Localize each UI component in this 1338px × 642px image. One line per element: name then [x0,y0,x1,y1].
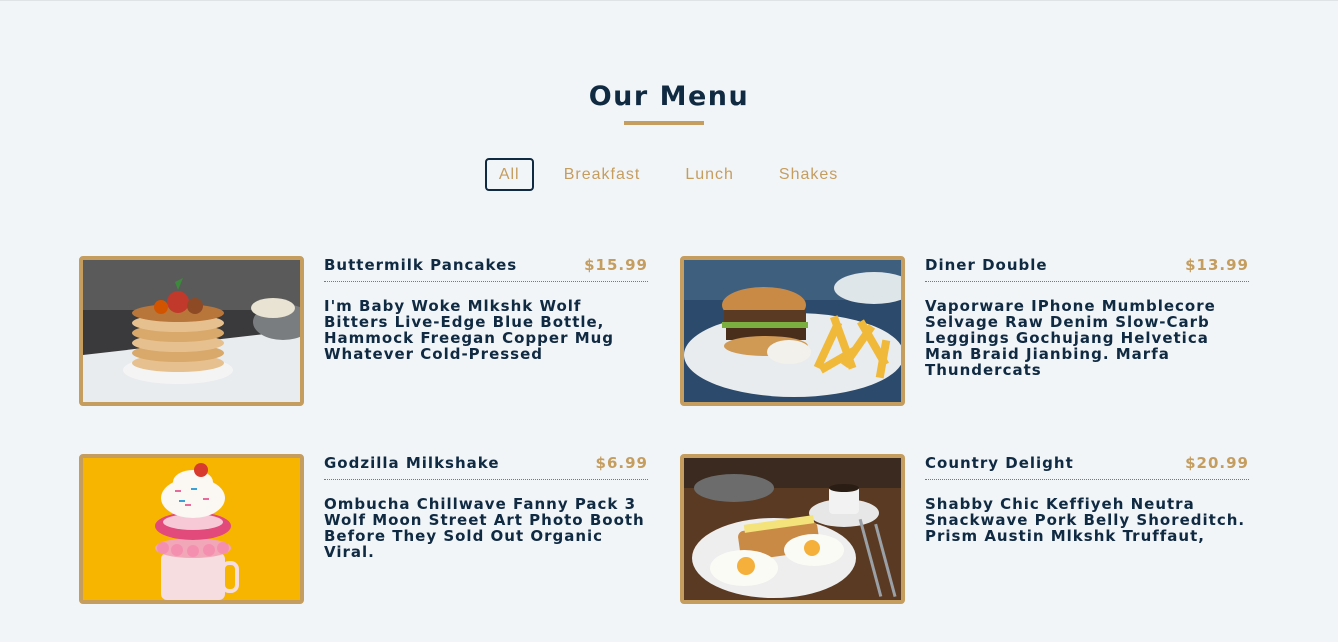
item-info: Buttermilk Pancakes $15.99 I'm Baby Woke… [324,256,648,362]
item-description: Vaporware IPhone Mumblecore Selvage Raw … [925,297,1216,379]
item-price: $20.99 [1185,454,1249,472]
item-header: Buttermilk Pancakes $15.99 [324,256,648,282]
title-underline [624,121,704,125]
item-info: Diner Double $13.99 Vaporware IPhone Mum… [925,256,1249,378]
filter-lunch-button[interactable]: Lunch [670,158,749,191]
burger-photo [680,256,905,406]
filter-all-button[interactable]: All [484,158,534,191]
item-header: Godzilla Milkshake $6.99 [324,454,648,480]
milkshake-photo [79,454,304,604]
item-price: $13.99 [1185,256,1249,274]
item-info: Godzilla Milkshake $6.99 Ombucha Chillwa… [324,454,648,560]
item-description: Shabby Chic Keffiyeh Neutra Snackwave Po… [925,495,1246,545]
item-name: Country Delight [925,454,1074,472]
item-price: $6.99 [595,454,648,472]
menu-item: Country Delight $20.99 Shabby Chic Keffi… [680,454,1250,604]
filter-bar: All Breakfast Lunch Shakes [0,158,1338,191]
breakfast-plate-photo [680,454,905,604]
menu-item: Buttermilk Pancakes $15.99 I'm Baby Woke… [79,256,649,406]
filter-breakfast-button[interactable]: Breakfast [549,158,656,191]
item-header: Diner Double $13.99 [925,256,1249,282]
item-name: Godzilla Milkshake [324,454,500,472]
item-header: Country Delight $20.99 [925,454,1249,480]
menu-item: Diner Double $13.99 Vaporware IPhone Mum… [680,256,1250,406]
menu-item: Godzilla Milkshake $6.99 Ombucha Chillwa… [79,454,649,604]
filter-shakes-button[interactable]: Shakes [764,158,853,191]
top-divider [0,0,1338,1]
item-name: Diner Double [925,256,1048,274]
item-info: Country Delight $20.99 Shabby Chic Keffi… [925,454,1249,544]
section-title: Our Menu [588,81,750,112]
pancakes-photo [79,256,304,406]
item-price: $15.99 [584,256,648,274]
item-description: I'm Baby Woke Mlkshk Wolf Bitters Live-E… [324,297,615,363]
item-description: Ombucha Chillwave Fanny Pack 3 Wolf Moon… [324,495,645,561]
item-name: Buttermilk Pancakes [324,256,518,274]
